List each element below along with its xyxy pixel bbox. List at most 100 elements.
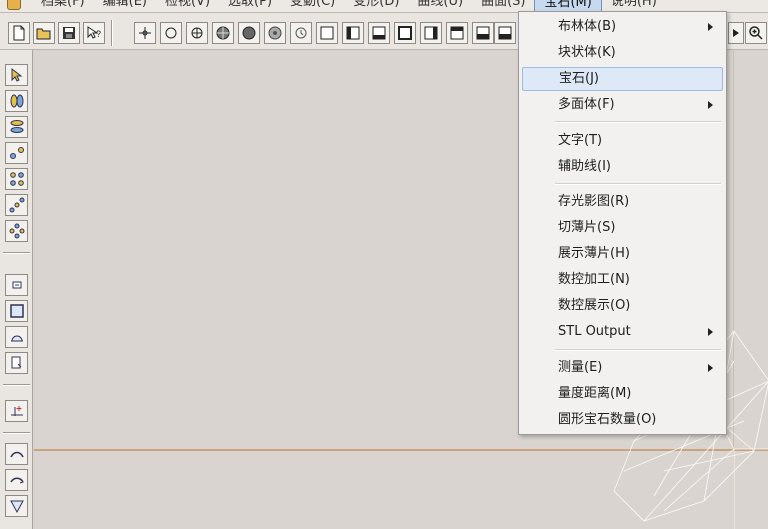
menu-item-label: 多面体(F) bbox=[558, 97, 615, 112]
shaded-sphere-icon bbox=[242, 26, 256, 40]
window-split-icon bbox=[476, 26, 490, 40]
copy-tool-button[interactable] bbox=[5, 352, 28, 374]
menu-item-slice[interactable]: 切薄片(S) bbox=[522, 216, 723, 240]
open-folder-icon bbox=[36, 28, 51, 40]
menu-transform[interactable]: 变動(C) bbox=[281, 0, 344, 12]
menu-item-label: 文字(T) bbox=[558, 133, 603, 148]
save-button[interactable] bbox=[58, 22, 80, 44]
frame-select-icon bbox=[9, 304, 24, 318]
arrow-right-icon bbox=[733, 29, 739, 37]
menu-item-polyhedron[interactable]: 多面体(F) bbox=[522, 93, 723, 117]
menu-edit[interactable]: 编辑(E) bbox=[94, 0, 156, 12]
window-tool-button[interactable] bbox=[5, 274, 28, 296]
menu-item-measure[interactable]: 测量(E) bbox=[522, 356, 723, 380]
menu-item-cnc-preview[interactable]: 数控展示(O) bbox=[522, 294, 723, 318]
menu-item-label: 展示薄片(H) bbox=[558, 246, 630, 261]
menu-item-stl-output[interactable]: STL Output bbox=[522, 320, 723, 344]
menu-item-label: 圆形宝石数量(O) bbox=[558, 412, 657, 427]
dot-ring-icon bbox=[9, 223, 24, 239]
sphere-tool-button[interactable] bbox=[212, 22, 234, 44]
svg-text:?: ? bbox=[96, 29, 101, 39]
submenu-arrow-icon bbox=[708, 101, 713, 109]
zoom-in-icon bbox=[749, 26, 763, 40]
view-left-button[interactable] bbox=[342, 22, 364, 44]
view-right-button[interactable] bbox=[420, 22, 442, 44]
view-frame-button[interactable] bbox=[394, 22, 416, 44]
refresh-view-button[interactable] bbox=[290, 22, 312, 44]
new-file-icon bbox=[13, 25, 25, 41]
window-right-icon bbox=[424, 26, 438, 40]
render-tool-button[interactable] bbox=[264, 22, 286, 44]
circle-tool-button[interactable] bbox=[160, 22, 182, 44]
dotted-sphere-icon bbox=[268, 26, 282, 40]
view-top-button[interactable] bbox=[446, 22, 468, 44]
menu-separator bbox=[555, 121, 721, 123]
menu-item-round-gem-count[interactable]: 圆形宝石数量(O) bbox=[522, 408, 723, 432]
view-split-button[interactable] bbox=[472, 22, 494, 44]
triangle-tool-button[interactable] bbox=[5, 495, 28, 517]
small-window-icon bbox=[12, 281, 21, 289]
menu-separator bbox=[555, 183, 721, 185]
menu-item-save-render[interactable]: 存光影图(R) bbox=[522, 190, 723, 214]
menu-item-label: 数控展示(O) bbox=[558, 298, 631, 313]
circle-cross-icon bbox=[191, 27, 203, 39]
menu-item-label: 块状体(K) bbox=[558, 45, 616, 60]
menu-deform[interactable]: 变形(D) bbox=[344, 0, 408, 12]
curve-arrow-button[interactable] bbox=[5, 469, 28, 491]
menu-file[interactable]: 档案(F) bbox=[32, 0, 94, 12]
dot-chain-icon bbox=[9, 197, 24, 213]
select-stack-button[interactable] bbox=[5, 116, 28, 138]
menu-item-cnc[interactable]: 数控加工(N) bbox=[522, 268, 723, 292]
new-file-button[interactable] bbox=[8, 22, 30, 44]
menu-item-measure-distance[interactable]: 量度距离(M) bbox=[522, 382, 723, 406]
circle-icon bbox=[165, 27, 177, 39]
menu-view[interactable]: 检视(V) bbox=[156, 0, 219, 12]
menu-select[interactable]: 选取(P) bbox=[219, 0, 281, 12]
pan-arrow-button[interactable] bbox=[728, 22, 744, 44]
open-file-button[interactable] bbox=[33, 22, 55, 44]
view-bottom-button[interactable] bbox=[368, 22, 390, 44]
triangle-down-icon bbox=[9, 500, 24, 514]
select-ring-button[interactable] bbox=[5, 220, 28, 242]
context-help-button[interactable]: ? bbox=[83, 22, 105, 44]
menu-curve[interactable]: 曲线(U) bbox=[408, 0, 472, 12]
menu-separator bbox=[555, 349, 721, 351]
menu-item-label: 宝石(J) bbox=[559, 71, 599, 86]
menu-item-block[interactable]: 块状体(K) bbox=[522, 41, 723, 65]
view-extra-button[interactable] bbox=[494, 22, 516, 44]
select-chain-button[interactable] bbox=[5, 194, 28, 216]
menu-item-label: 切薄片(S) bbox=[558, 220, 616, 235]
window-icon bbox=[320, 26, 334, 40]
curve-up-button[interactable] bbox=[5, 443, 28, 465]
left-toolbar-separator bbox=[3, 432, 30, 434]
left-toolbar-separator bbox=[3, 252, 30, 254]
window-frame-icon bbox=[398, 26, 412, 40]
select-pair-button[interactable] bbox=[5, 90, 28, 112]
point-tool-button[interactable] bbox=[134, 22, 156, 44]
menu-item-label: STL Output bbox=[558, 324, 631, 339]
crosshair-icon bbox=[139, 27, 151, 39]
select-grid-button[interactable] bbox=[5, 168, 28, 190]
axis-plus-icon bbox=[10, 406, 23, 416]
select-dots-button[interactable] bbox=[5, 142, 28, 164]
select-tool-button[interactable] bbox=[5, 64, 28, 86]
app-icon bbox=[7, 0, 21, 10]
view-single-button[interactable] bbox=[316, 22, 338, 44]
add-point-button[interactable] bbox=[5, 400, 28, 422]
window-top-icon bbox=[450, 26, 464, 40]
arc-arrow-icon bbox=[9, 477, 24, 484]
menu-item-gem[interactable]: 宝石(J) bbox=[522, 67, 723, 91]
menu-item-label: 量度距离(M) bbox=[558, 386, 632, 401]
shaded-tool-button[interactable] bbox=[238, 22, 260, 44]
frame-tool-button[interactable] bbox=[5, 300, 28, 322]
menu-item-label: 数控加工(N) bbox=[558, 272, 630, 287]
dome-tool-button[interactable] bbox=[5, 326, 28, 348]
menu-item-text[interactable]: 文字(T) bbox=[522, 129, 723, 153]
dome-icon bbox=[10, 335, 23, 342]
menu-item-guideline[interactable]: 辅助线(I) bbox=[522, 155, 723, 179]
zoom-button[interactable] bbox=[745, 22, 767, 44]
menu-item-show-slice[interactable]: 展示薄片(H) bbox=[522, 242, 723, 266]
menu-item-boolean[interactable]: 布林体(B) bbox=[522, 15, 723, 39]
circle-center-tool-button[interactable] bbox=[186, 22, 208, 44]
menu-item-label: 测量(E) bbox=[558, 360, 603, 375]
